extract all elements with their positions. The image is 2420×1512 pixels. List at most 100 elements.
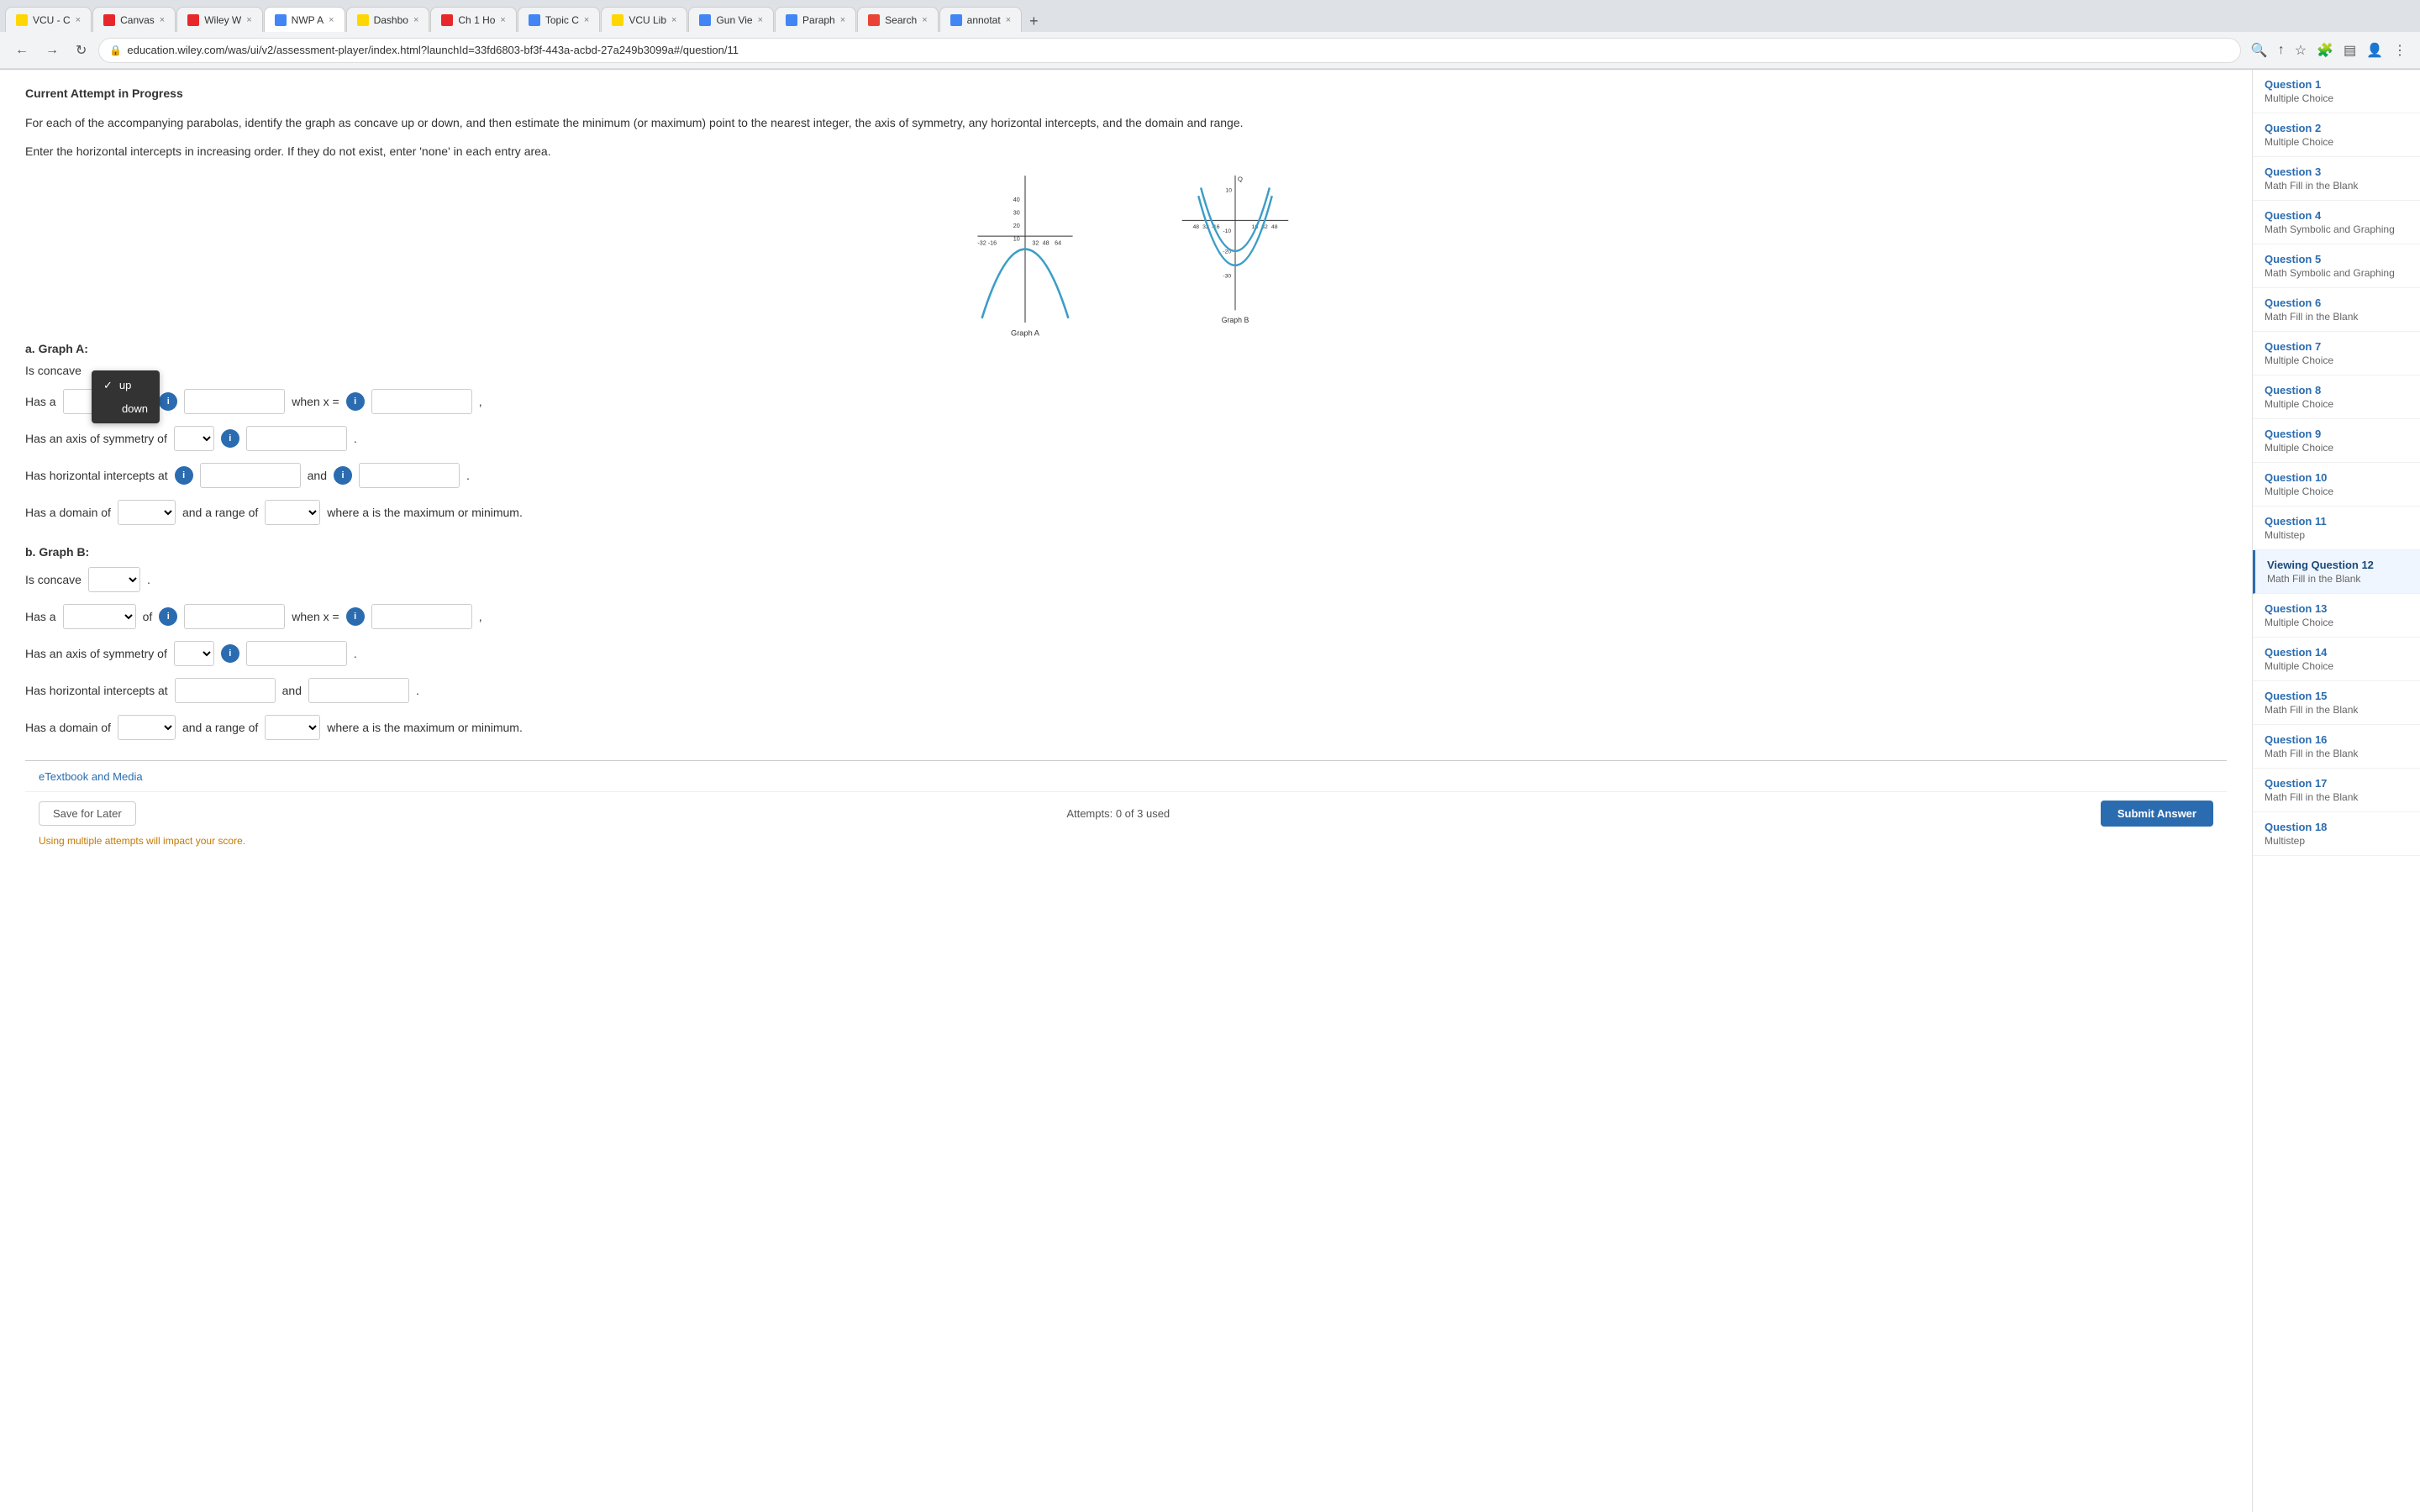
tab-canvas[interactable]: Canvas × — [92, 7, 176, 32]
sidebar-item-13[interactable]: Question 13 Multiple Choice — [2253, 594, 2420, 638]
info-btn-b-2[interactable]: i — [346, 607, 365, 626]
concave-up-option[interactable]: up — [92, 374, 160, 397]
tab-vcu[interactable]: VCU - C × — [5, 7, 92, 32]
sidebar-item-7[interactable]: Question 7 Multiple Choice — [2253, 332, 2420, 375]
url-bar[interactable]: 🔒 education.wiley.com/was/ui/v2/assessme… — [98, 38, 2240, 63]
horiz-intercepts-a-row: Has horizontal intercepts at i and i . — [25, 463, 2227, 488]
tab-gun[interactable]: Gun Vie × — [688, 7, 774, 32]
forward-button[interactable]: → — [40, 39, 64, 61]
extension-icon[interactable]: 🧩 — [2313, 39, 2337, 62]
sidebar-toggle-icon[interactable]: ▤ — [2340, 39, 2360, 62]
tab-ch1[interactable]: Ch 1 Ho × — [430, 7, 516, 32]
bookmark-icon[interactable]: ☆ — [2291, 39, 2310, 62]
new-tab-button[interactable]: + — [1023, 10, 1045, 32]
info-btn-b-3[interactable]: i — [221, 644, 239, 663]
tab-favicon-nwp — [275, 14, 287, 26]
axis-sym-a-input[interactable] — [246, 426, 347, 451]
concave-b-row: Is concave up down . — [25, 567, 2227, 592]
sidebar-item-18[interactable]: Question 18 Multistep — [2253, 812, 2420, 856]
sidebar-item-10[interactable]: Question 10 Multiple Choice — [2253, 463, 2420, 507]
sidebar-item-9[interactable]: Question 9 Multiple Choice — [2253, 419, 2420, 463]
tab-search[interactable]: Search × — [857, 7, 938, 32]
etextbook-label[interactable]: eTextbook and Media — [39, 770, 143, 783]
tab-close-search[interactable]: × — [922, 15, 927, 25]
tab-label-nwp: NWP A — [292, 14, 324, 26]
period-axis-a: . — [354, 432, 357, 445]
concave-a-dropdown-popup[interactable]: up down — [92, 370, 160, 423]
tab-close-annot[interactable]: × — [1006, 15, 1011, 25]
info-btn-a-4[interactable]: i — [175, 466, 193, 485]
min-max-b-select[interactable]: minimum maximum — [63, 604, 136, 629]
tab-paraph[interactable]: Paraph × — [775, 7, 856, 32]
sidebar-item-3[interactable]: Question 3 Math Fill in the Blank — [2253, 157, 2420, 201]
info-btn-a-1[interactable]: i — [159, 392, 177, 411]
domain-a-select[interactable]: (-∞, ∞) — [118, 500, 176, 525]
range-b-select[interactable]: [a, ∞) (-∞, a] — [265, 715, 320, 740]
warning-text: Using multiple attempts will impact your… — [25, 835, 2227, 853]
tab-vculib[interactable]: VCU Lib × — [601, 7, 687, 32]
tab-topic[interactable]: Topic C × — [518, 7, 600, 32]
x-val-a-input[interactable] — [371, 389, 472, 414]
sidebar-item-14[interactable]: Question 14 Multiple Choice — [2253, 638, 2420, 681]
sidebar-item-15[interactable]: Question 15 Math Fill in the Blank — [2253, 681, 2420, 725]
graph-a-section: a. Graph A: Is concave up down . Has a m… — [25, 342, 2227, 525]
tab-wiley[interactable]: Wiley W × — [176, 7, 262, 32]
min-val-b-input[interactable] — [184, 604, 285, 629]
menu-icon[interactable]: ⋮ — [2390, 39, 2410, 62]
concave-b-select[interactable]: up down — [88, 567, 140, 592]
min-val-a-input[interactable] — [184, 389, 285, 414]
sidebar-item-17[interactable]: Question 17 Math Fill in the Blank — [2253, 769, 2420, 812]
info-btn-b-1[interactable]: i — [159, 607, 177, 626]
submit-answer-button[interactable]: Submit Answer — [2101, 801, 2213, 827]
intercept-a-1-input[interactable] — [200, 463, 301, 488]
profile-icon[interactable]: 👤 — [2363, 39, 2386, 62]
intercept-b-1-input[interactable] — [175, 678, 276, 703]
x-val-b-input[interactable] — [371, 604, 472, 629]
sidebar-item-4[interactable]: Question 4 Math Symbolic and Graphing — [2253, 201, 2420, 244]
sidebar-item-11[interactable]: Question 11 Multistep — [2253, 507, 2420, 550]
search-icon[interactable]: 🔍 — [2248, 39, 2271, 62]
sidebar-item-15-title: Question 15 — [2265, 690, 2408, 702]
tab-close-ch1[interactable]: × — [500, 15, 505, 25]
concave-down-option[interactable]: down — [92, 397, 160, 420]
sidebar-item-6[interactable]: Question 6 Math Fill in the Blank — [2253, 288, 2420, 332]
info-btn-a-3[interactable]: i — [221, 429, 239, 448]
concave-a-label: Is concave — [25, 364, 82, 377]
share-icon[interactable]: ↑ — [2275, 39, 2288, 62]
info-btn-a-2[interactable]: i — [346, 392, 365, 411]
tab-close-paraph[interactable]: × — [840, 15, 845, 25]
tab-close-gun[interactable]: × — [758, 15, 763, 25]
tab-close-canvas[interactable]: × — [160, 15, 165, 25]
tab-close-topic[interactable]: × — [584, 15, 589, 25]
footer-bar: Save for Later Attempts: 0 of 3 used Sub… — [25, 791, 2227, 835]
range-a-select[interactable]: [a, ∞) (-∞, a] — [265, 500, 320, 525]
tab-close-dash[interactable]: × — [413, 15, 418, 25]
tab-close-vcu[interactable]: × — [76, 15, 81, 25]
sidebar-item-5[interactable]: Question 5 Math Symbolic and Graphing — [2253, 244, 2420, 288]
sidebar-item-2[interactable]: Question 2 Multiple Choice — [2253, 113, 2420, 157]
back-button[interactable]: ← — [10, 39, 34, 61]
sidebar-item-1[interactable]: Question 1 Multiple Choice — [2253, 70, 2420, 113]
tab-nwp[interactable]: NWP A × — [264, 7, 345, 32]
address-actions: 🔍 ↑ ☆ 🧩 ▤ 👤 ⋮ — [2248, 39, 2410, 62]
sidebar-item-12[interactable]: Viewing Question 12 Math Fill in the Bla… — [2253, 550, 2420, 594]
axis-sym-b-select[interactable]: x = — [174, 641, 214, 666]
tab-close-wiley[interactable]: × — [246, 15, 251, 25]
info-btn-a-5[interactable]: i — [334, 466, 352, 485]
intercept-a-2-input[interactable] — [359, 463, 460, 488]
reload-button[interactable]: ↻ — [71, 39, 92, 62]
intercept-b-2-input[interactable] — [308, 678, 409, 703]
when-x-a-label: when x = — [292, 395, 339, 408]
tab-close-nwp[interactable]: × — [329, 15, 334, 25]
axis-sym-a-select[interactable]: x = — [174, 426, 214, 451]
save-for-later-button[interactable]: Save for Later — [39, 801, 136, 826]
tab-annot[interactable]: annotat × — [939, 7, 1022, 32]
tab-close-vculib[interactable]: × — [671, 15, 676, 25]
sidebar-item-8[interactable]: Question 8 Multiple Choice — [2253, 375, 2420, 419]
domain-b-select[interactable]: (-∞, ∞) — [118, 715, 176, 740]
axis-sym-b-input[interactable] — [246, 641, 347, 666]
sidebar-item-16[interactable]: Question 16 Math Fill in the Blank — [2253, 725, 2420, 769]
svg-text:20: 20 — [1013, 222, 1020, 229]
svg-text:Graph B: Graph B — [1222, 316, 1249, 324]
tab-dash[interactable]: Dashbo × — [346, 7, 430, 32]
